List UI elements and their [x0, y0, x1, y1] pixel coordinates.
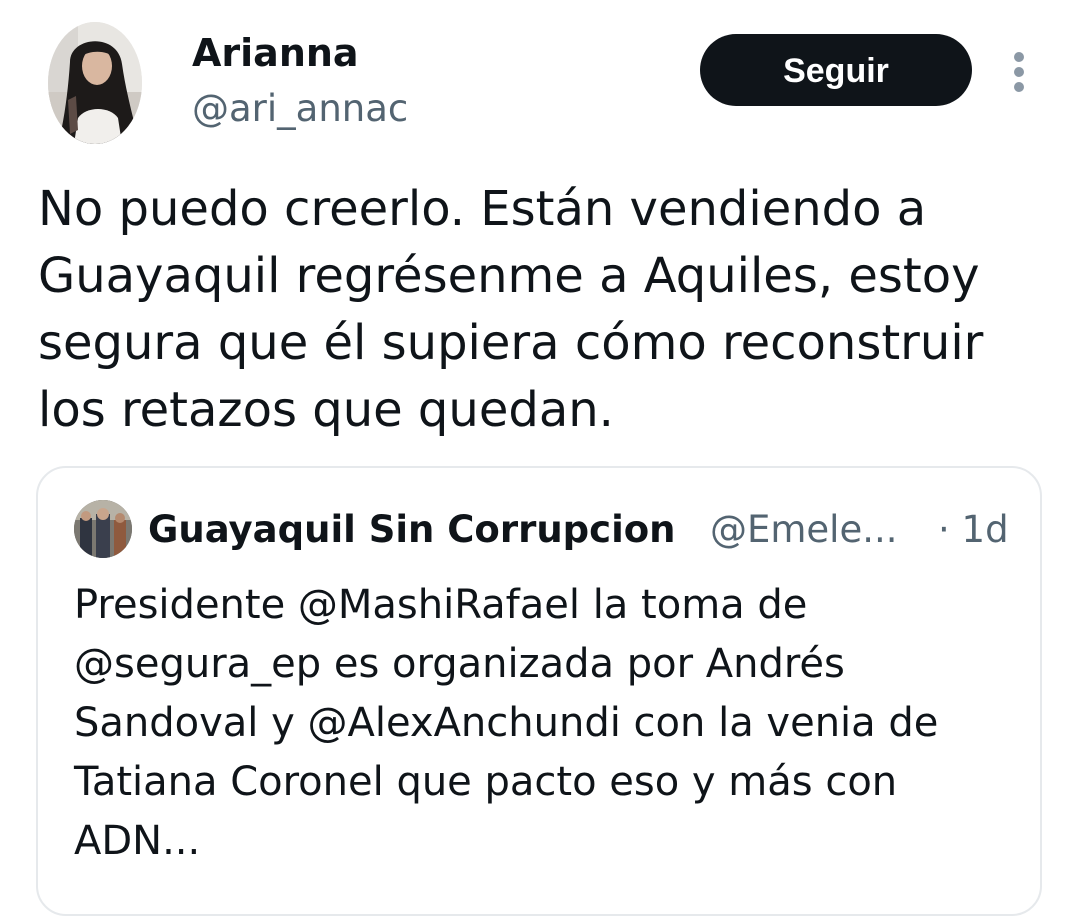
quoted-tweet-text: Presidente @MashiRafael la toma de @segu…: [74, 582, 939, 864]
more-dot: [1014, 82, 1024, 92]
more-dot: [1014, 52, 1024, 62]
quoted-author-avatar[interactable]: [74, 500, 132, 558]
tweet-header: Arianna @ari_annac Seguir: [0, 0, 1080, 160]
author-avatar[interactable]: [48, 22, 142, 144]
more-dot: [1014, 67, 1024, 77]
author-handle[interactable]: @ari_annac: [192, 86, 408, 132]
quoted-author-display-name[interactable]: Guayaquil Sin Corrupcion: [148, 506, 676, 554]
quoted-tweet-timestamp[interactable]: · 1d: [938, 506, 1009, 554]
more-options-button[interactable]: [1004, 48, 1036, 96]
author-avatar-image: [48, 22, 142, 144]
tweet-text: No puedo creerlo. Están vendiendo a Guay…: [38, 181, 984, 438]
quoted-author-avatar-image: [74, 500, 132, 558]
author-display-name[interactable]: Arianna: [192, 30, 359, 76]
quoted-tweet-card[interactable]: Guayaquil Sin Corrupcion @Emele... · 1d …: [36, 466, 1042, 916]
quoted-author-handle[interactable]: @Emele...: [710, 506, 898, 554]
follow-button[interactable]: Seguir: [700, 34, 972, 106]
